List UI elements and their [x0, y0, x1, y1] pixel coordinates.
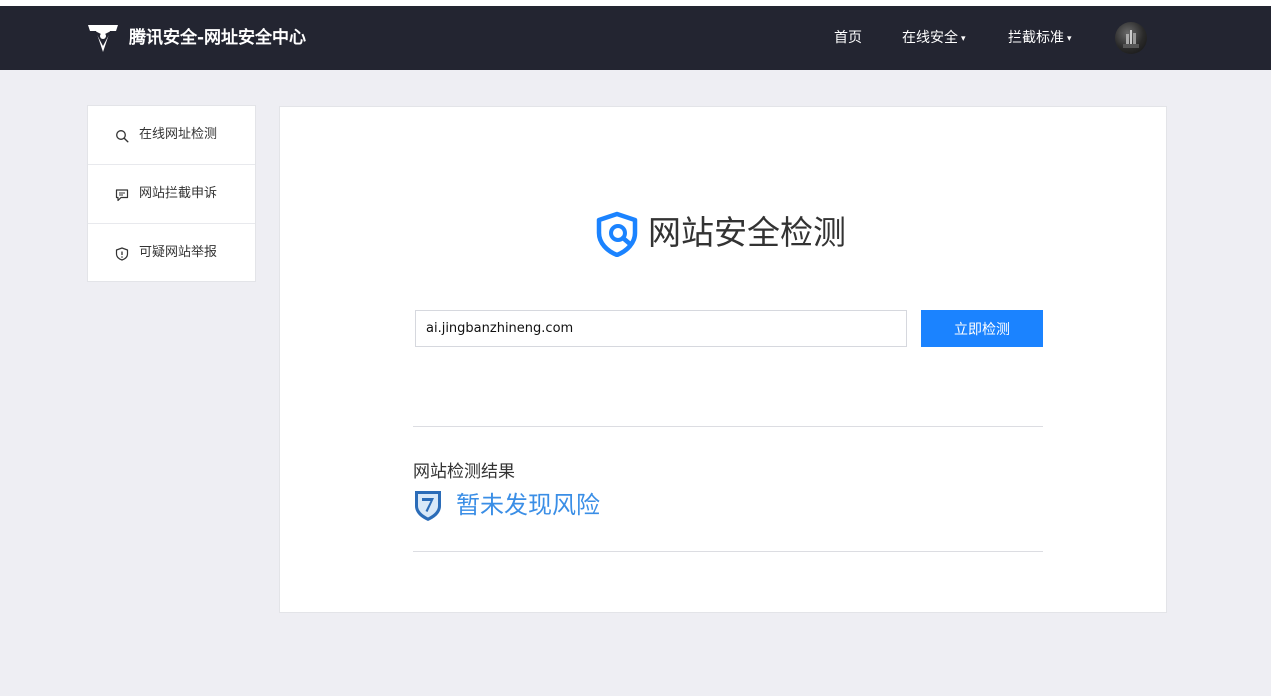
avatar-image-icon [1123, 30, 1139, 48]
nav-online-security[interactable]: 在线安全 ▾ [902, 28, 966, 49]
shield-search-icon [596, 211, 638, 257]
search-icon [116, 130, 129, 143]
main-panel: 网站安全检测 立即检测 网站检测结果 暂未发现风险 [279, 106, 1167, 613]
tencent-security-logo-icon[interactable] [86, 22, 120, 54]
url-input[interactable] [415, 310, 907, 347]
result-label: 网站检测结果 [413, 462, 515, 482]
sidebar-item-label: 可疑网站举报 [139, 245, 218, 260]
nav-online-security-label: 在线安全 [902, 30, 958, 46]
page-title: 网站安全检测 [648, 213, 846, 252]
check-now-button[interactable]: 立即检测 [921, 310, 1043, 347]
divider [413, 426, 1043, 427]
chevron-down-icon: ▾ [1067, 34, 1072, 44]
top-navbar: 腾讯安全-网址安全中心 首页 在线安全 ▾ 拦截标准 ▾ [0, 6, 1271, 70]
sidebar-item-url-check[interactable]: 在线网址检测 [88, 106, 255, 165]
nav-home-label: 首页 [834, 30, 862, 46]
comment-icon [115, 189, 129, 202]
shield-alert-icon [115, 247, 129, 261]
sidebar-item-report[interactable]: 可疑网站举报 [88, 224, 255, 283]
nav-home[interactable]: 首页 [834, 28, 862, 48]
nav-block-standards[interactable]: 拦截标准 ▾ [1008, 28, 1072, 49]
site-brand-title[interactable]: 腾讯安全-网址安全中心 [129, 26, 306, 50]
divider [413, 551, 1043, 552]
sidebar-item-label: 网站拦截申诉 [139, 186, 218, 201]
sidebar: 在线网址检测 网站拦截申诉 可疑网站举报 [87, 105, 256, 282]
shield-check-icon [415, 491, 441, 521]
sidebar-item-label: 在线网址检测 [139, 127, 218, 142]
result-status: 暂未发现风险 [456, 491, 600, 519]
chevron-down-icon: ▾ [961, 34, 966, 44]
sidebar-item-appeal[interactable]: 网站拦截申诉 [88, 165, 255, 224]
user-avatar[interactable] [1115, 22, 1147, 54]
nav-block-standards-label: 拦截标准 [1008, 30, 1064, 46]
